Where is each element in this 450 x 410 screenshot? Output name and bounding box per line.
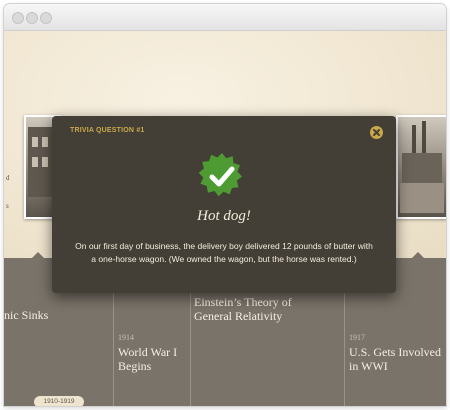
event-year: 1914 [118, 333, 134, 342]
timeline-event[interactable]: nic Sinks [4, 308, 48, 322]
event-title-line: in WWI [349, 359, 388, 373]
checkmark-badge-icon [198, 152, 246, 205]
browser-window: d s nic Sinks 1914 World War I Begins Ei… [4, 4, 446, 406]
left-edge-text-2: s [6, 202, 9, 210]
window-minimize-dot[interactable] [26, 12, 38, 24]
timeline-marker [412, 252, 424, 258]
trivia-question-label: TRIVIA QUESTION #1 [70, 127, 145, 134]
trivia-answer-title: Hot dog! [197, 208, 251, 224]
timeline-marker [32, 252, 44, 258]
timeline-photo-right[interactable] [396, 115, 446, 219]
event-title-line: World War I [118, 345, 178, 359]
timeline-event[interactable]: World War I Begins [118, 345, 177, 373]
event-title-line: Einstein’s Theory of [194, 295, 292, 309]
window-close-dot[interactable] [12, 12, 24, 24]
window-titlebar [4, 4, 446, 31]
event-title-line: U.S. Gets Involved [349, 345, 441, 359]
left-edge-text-1: d [6, 174, 10, 182]
era-pill[interactable]: 1910-1919 [34, 396, 84, 406]
event-title-line: Begins [118, 359, 152, 373]
timeline-event[interactable]: U.S. Gets Involved in WWI [349, 345, 441, 373]
trivia-modal: TRIVIA QUESTION #1 Hot dog! On our first… [52, 116, 396, 293]
close-icon[interactable] [370, 126, 383, 139]
timeline-event[interactable]: Einstein’s Theory of General Relativity [194, 295, 292, 323]
event-title-line: nic Sinks [4, 308, 49, 322]
trivia-explanation: On our first day of business, the delive… [75, 241, 373, 264]
event-title-line: General Relativity [194, 309, 283, 323]
event-year: 1917 [349, 333, 365, 342]
window-zoom-dot[interactable] [40, 12, 52, 24]
